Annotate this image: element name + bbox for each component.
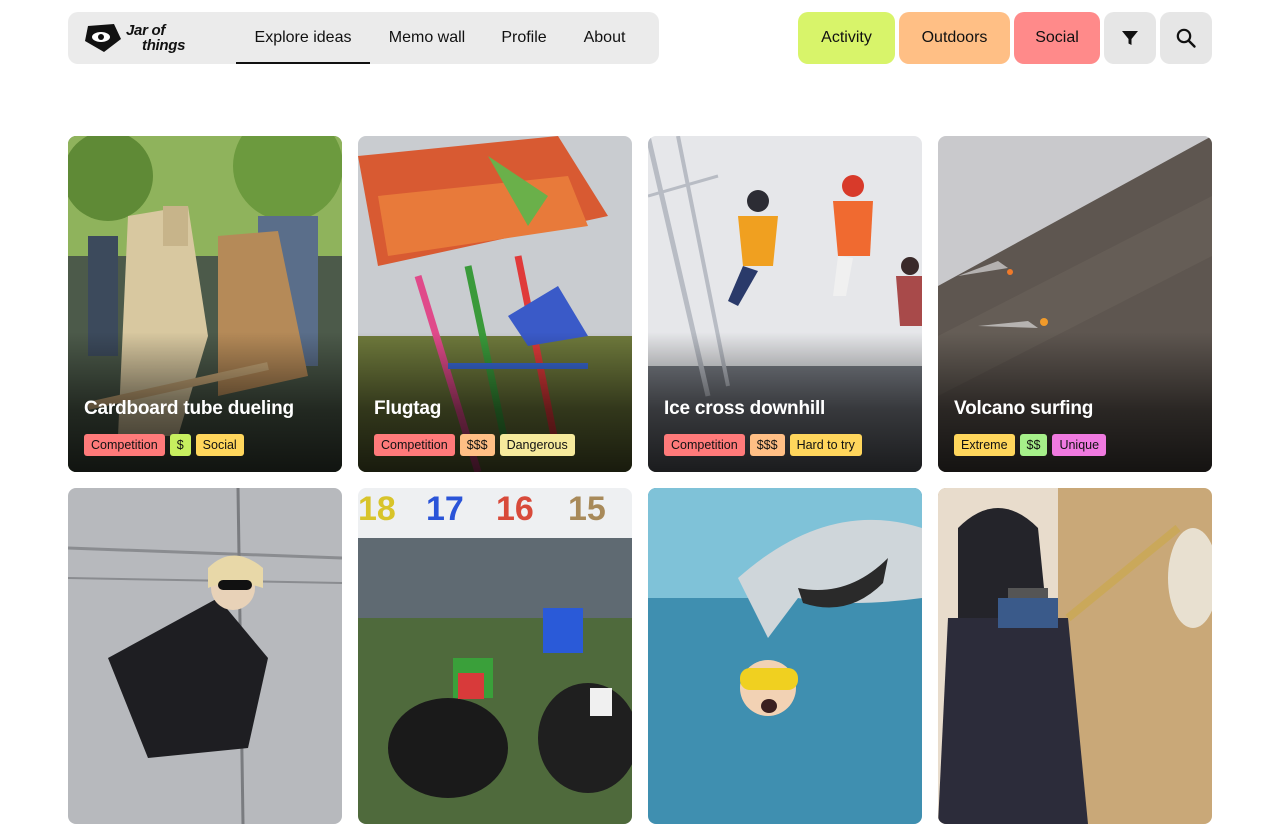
search-icon [1176,28,1196,48]
svg-text:18: 18 [358,490,396,528]
tag-badge: Competition [374,434,455,456]
tag-badge: Competition [664,434,745,456]
tag-badge: Competition [84,434,165,456]
card-title: Cardboard tube dueling [84,398,294,419]
top-bar: Jar of things Explore ideas Memo wall Pr… [68,12,1212,64]
idea-card-flugtag[interactable]: Flugtag Competition $$$ Dangerous [358,136,632,472]
filter-bar: Activity Outdoors Social [798,12,1212,64]
svg-text:16: 16 [496,490,534,528]
search-button[interactable] [1160,12,1212,64]
filter-chip-outdoors[interactable]: Outdoors [899,12,1010,64]
filter-chip-social[interactable]: Social [1014,12,1100,64]
tag-badge: Extreme [954,434,1015,456]
tag-badge: Unique [1052,434,1107,456]
card-tags: Competition $$$ Dangerous [374,434,575,456]
brand-logo[interactable]: Jar of things [84,12,236,64]
tag-badge: Social [195,434,244,456]
brand-line-1: Jar of [126,22,166,39]
ideas-grid: Cardboard tube dueling Competition $ Soc… [68,136,1212,824]
tag-badge: $$ [1019,434,1048,456]
idea-card-row2-4[interactable] [938,488,1212,824]
jar-eye-icon [85,24,121,52]
nav-memo-wall[interactable]: Memo wall [370,12,484,64]
tag-badge: Dangerous [499,434,575,456]
brand-line-2: things [142,37,186,54]
tag-badge: $$$ [749,434,785,456]
nav-about[interactable]: About [564,12,645,64]
svg-text:15: 15 [568,490,606,528]
card-tags: Extreme $$ Unique [954,434,1107,456]
nav-links: Explore ideas Memo wall Profile About [236,12,645,64]
card-photo: 18 17 16 15 [358,488,632,824]
idea-card-row2-2[interactable]: 18 17 16 15 [358,488,632,824]
tag-badge: Hard to try [789,434,862,456]
card-photo [938,488,1212,824]
filter-funnel-icon [1122,31,1138,45]
svg-text:17: 17 [426,490,464,528]
idea-card-volcano-surfing[interactable]: Volcano surfing Extreme $$ Unique [938,136,1212,472]
idea-card-row2-3[interactable] [648,488,922,824]
card-title: Flugtag [374,398,442,419]
filter-button[interactable] [1104,12,1156,64]
card-photo [68,488,342,824]
card-tags: Competition $$$ Hard to try [664,434,862,456]
idea-card-ice-cross-downhill[interactable]: Ice cross downhill Competition $$$ Hard … [648,136,922,472]
tag-badge: $ [169,434,191,456]
filter-chip-activity[interactable]: Activity [798,12,895,64]
idea-card-row2-1[interactable] [68,488,342,824]
idea-card-cardboard-tube-dueling[interactable]: Cardboard tube dueling Competition $ Soc… [68,136,342,472]
nav-explore-ideas[interactable]: Explore ideas [236,12,370,64]
card-title: Ice cross downhill [664,398,826,419]
card-title: Volcano surfing [954,398,1094,419]
nav-profile[interactable]: Profile [484,12,564,64]
card-tags: Competition $ Social [84,434,244,456]
brand-wordmark: Jar of things [126,22,186,54]
tag-badge: $$$ [459,434,495,456]
card-photo [648,488,922,824]
main-nav: Jar of things Explore ideas Memo wall Pr… [68,12,659,64]
